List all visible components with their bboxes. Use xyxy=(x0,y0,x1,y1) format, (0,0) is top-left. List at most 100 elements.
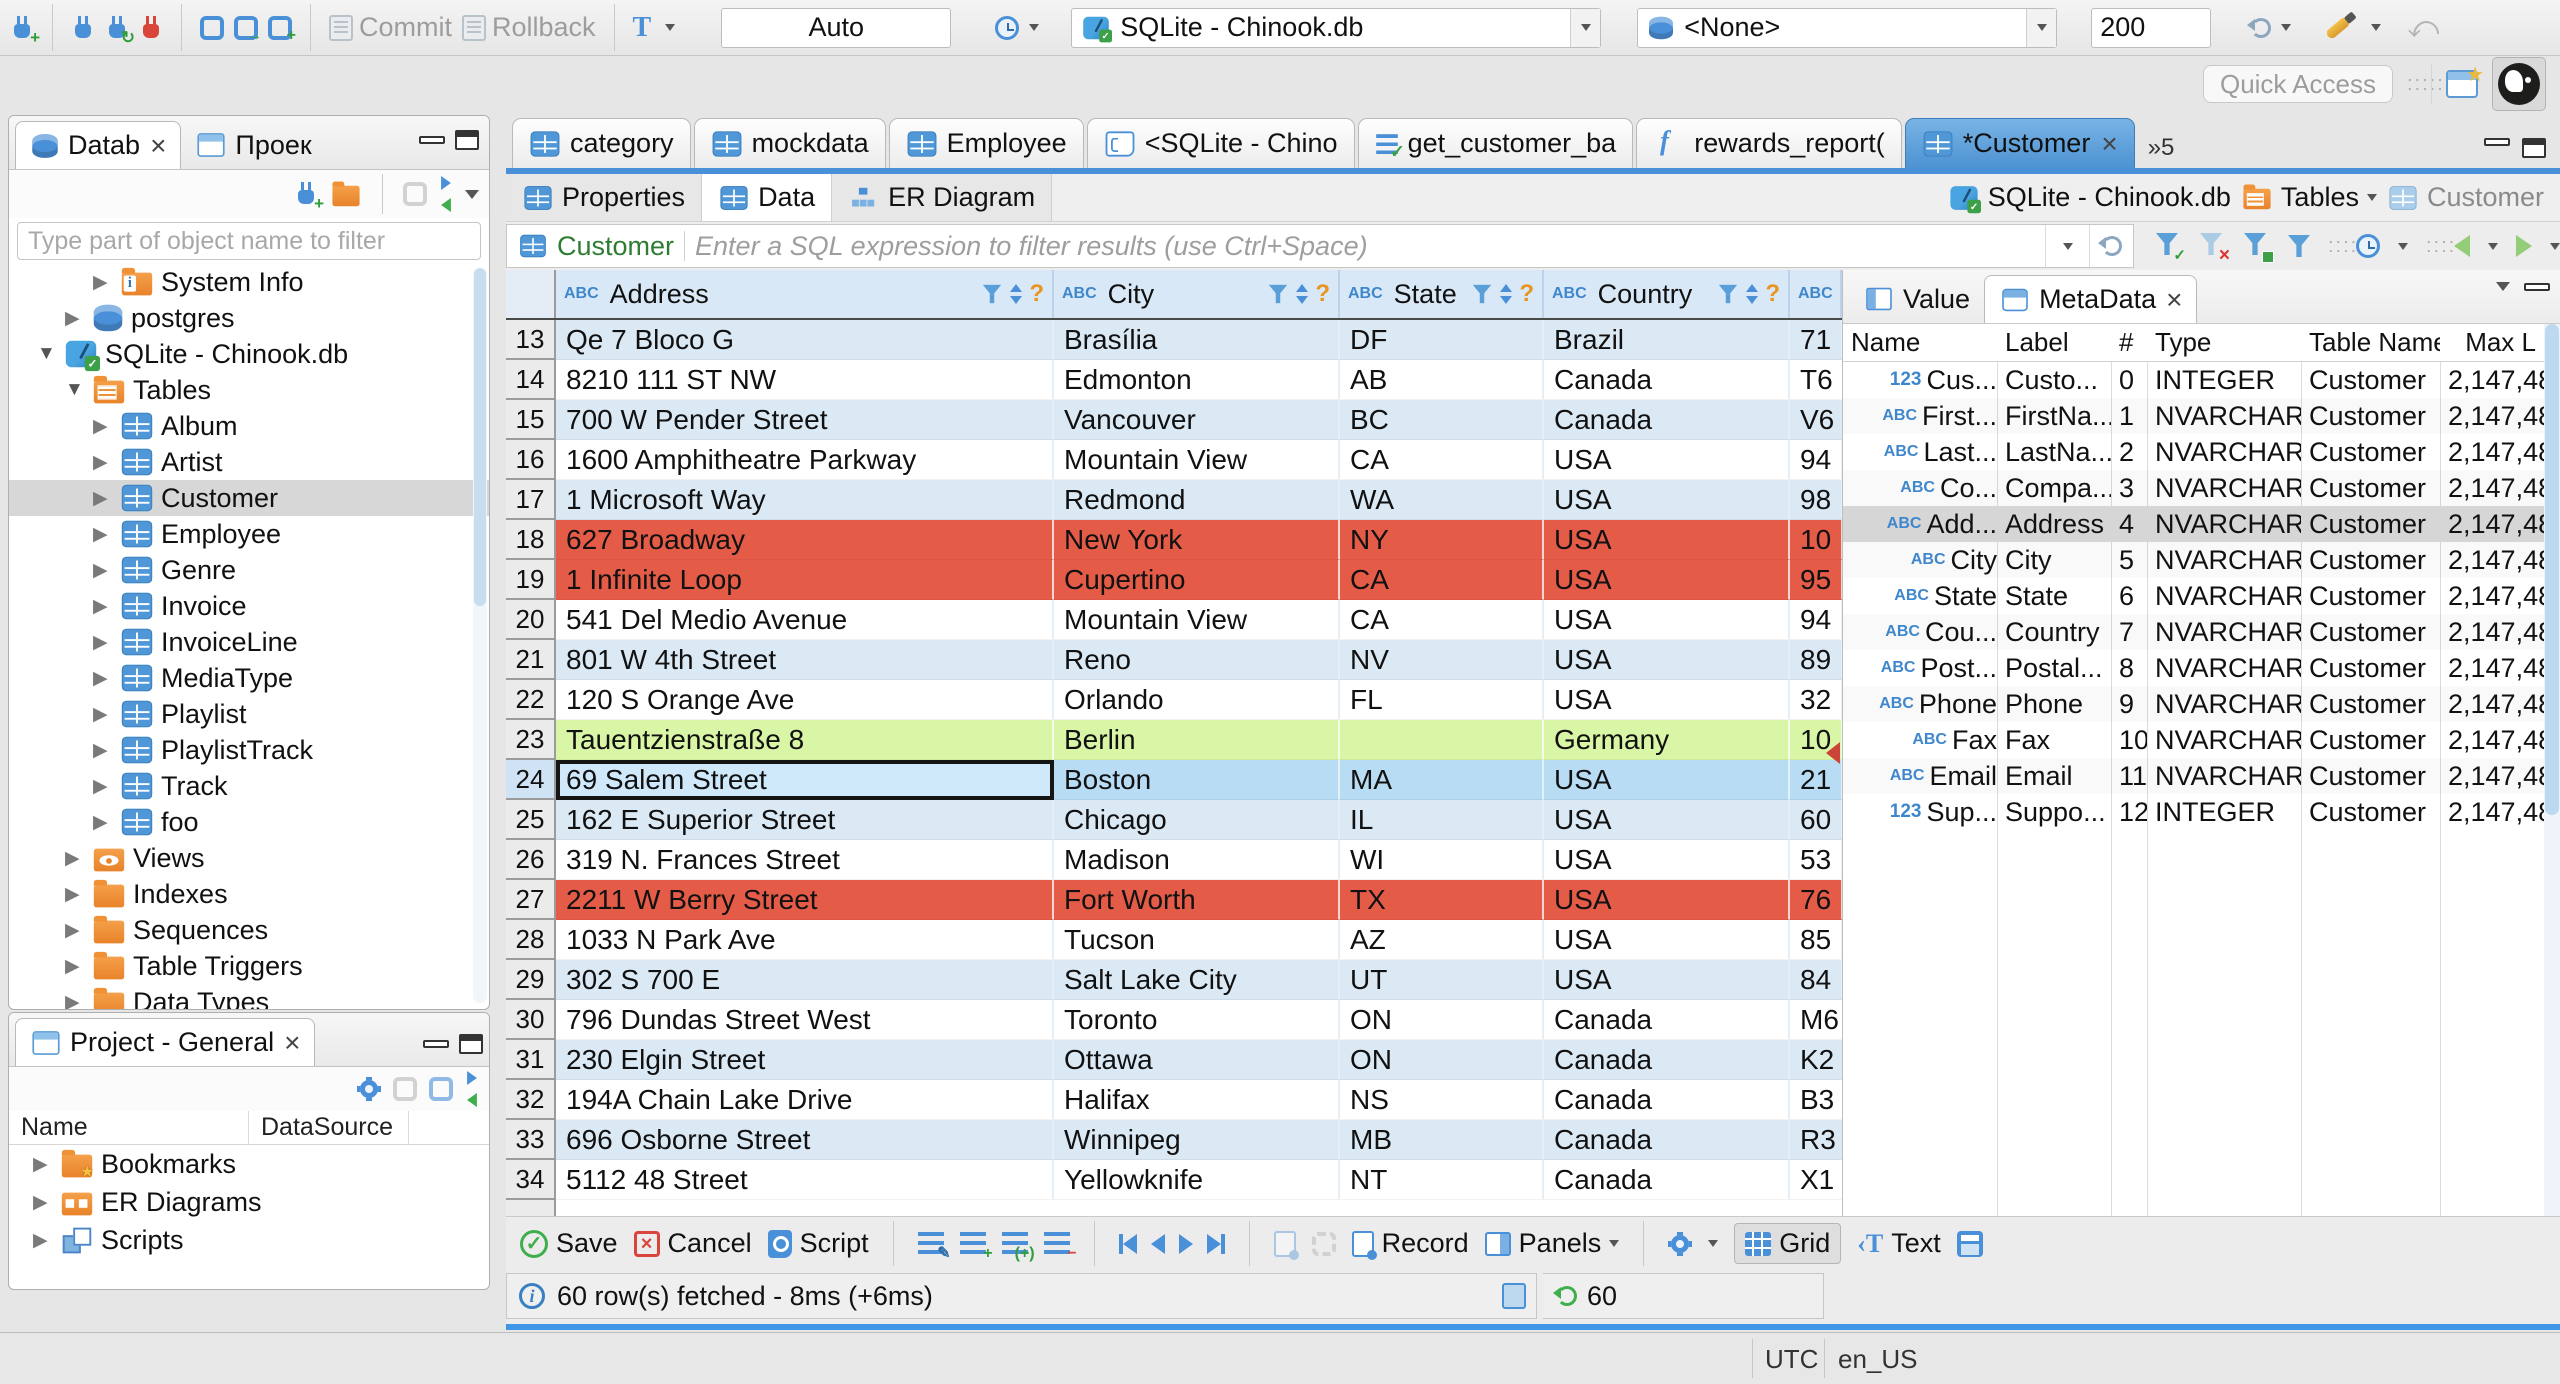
navigator-tab[interactable]: Datab xyxy=(15,121,182,169)
cell-address[interactable]: 2211 W Berry Street xyxy=(556,880,1054,920)
editor-tab[interactable]: category xyxy=(512,118,691,168)
column-header-datasource[interactable]: DataSource xyxy=(249,1111,409,1144)
close-icon[interactable] xyxy=(2166,284,2182,316)
metadata-row[interactable]: ABC Email Email 11 NVARCHAR Customer 2,1… xyxy=(1843,758,2560,794)
transaction-jump-icon[interactable]: → xyxy=(234,15,262,43)
tree-item[interactable]: PlaylistTrack xyxy=(9,732,489,768)
grid-corner-cell[interactable] xyxy=(506,270,556,318)
panels-button[interactable]: Panels xyxy=(1484,1228,1620,1259)
tree-item[interactable]: Tables xyxy=(9,372,489,408)
tree-item[interactable]: Employee xyxy=(9,516,489,552)
cell-city[interactable]: Madison xyxy=(1054,840,1340,880)
row-number[interactable]: 31 xyxy=(506,1040,556,1080)
apply-filter-icon[interactable] xyxy=(2156,233,2186,263)
cell-address[interactable]: 700 W Pender Street xyxy=(556,400,1054,440)
cell-state[interactable]: UT xyxy=(1340,960,1544,1000)
column-header[interactable]: ABC Country ? xyxy=(1544,270,1790,318)
cell-address[interactable]: Tauentzienstraße 8 xyxy=(556,720,1054,760)
minimize-icon[interactable] xyxy=(423,1040,449,1048)
cell-address[interactable]: 5112 48 Street xyxy=(556,1160,1054,1200)
cell-city[interactable]: Chicago xyxy=(1054,800,1340,840)
cell-address[interactable]: 69 Salem Street xyxy=(556,760,1054,800)
txn-log-filter-icon[interactable]: T xyxy=(633,13,656,42)
txn-mode-select[interactable]: Auto xyxy=(721,7,952,48)
refresh-icon[interactable] xyxy=(2089,225,2133,267)
cell-postalcode[interactable]: 95 xyxy=(1790,560,1842,600)
timezone-indicator[interactable]: UTC xyxy=(1765,1344,1818,1375)
cell-country[interactable]: Canada xyxy=(1544,1000,1790,1040)
last-row-icon[interactable] xyxy=(1206,1233,1225,1254)
maximize-icon[interactable] xyxy=(459,1034,483,1054)
cell-postalcode[interactable]: 85 xyxy=(1790,920,1842,960)
cell-postalcode[interactable]: K2 xyxy=(1790,1040,1842,1080)
project-tab[interactable]: Project - General xyxy=(15,1018,316,1066)
expand-arrow-icon[interactable] xyxy=(33,1229,53,1252)
cell-country[interactable]: USA xyxy=(1544,920,1790,960)
column-indicator-icon[interactable] xyxy=(1502,1283,1526,1309)
cancel-button[interactable]: × Cancel xyxy=(633,1228,752,1259)
cell-postalcode[interactable]: 84 xyxy=(1790,960,1842,1000)
row-number[interactable]: 29 xyxy=(506,960,556,1000)
cell-state[interactable]: NS xyxy=(1340,1080,1544,1120)
breadcrumb-item[interactable]: SQLite - Chinook.db xyxy=(1948,182,2231,213)
collapse-all-icon[interactable] xyxy=(403,182,427,206)
cell-city[interactable]: Brasília xyxy=(1054,320,1340,360)
save-button[interactable]: ✓ Save xyxy=(520,1228,618,1259)
table-row[interactable]: 34 5112 48 Street Yellowknife NT Canada … xyxy=(506,1160,1842,1200)
cell-city[interactable]: Fort Worth xyxy=(1054,880,1340,920)
expand-arrow-icon[interactable] xyxy=(93,523,113,546)
cell-address[interactable]: 696 Osborne Street xyxy=(556,1120,1054,1160)
cell-state[interactable]: ON xyxy=(1340,1040,1544,1080)
cell-country[interactable]: Canada xyxy=(1544,400,1790,440)
cell-state[interactable]: ON xyxy=(1340,1000,1544,1040)
minimize-icon[interactable] xyxy=(2484,138,2510,146)
auto-refresh-clock-icon[interactable] xyxy=(2356,234,2380,258)
tree-item[interactable]: Table Triggers xyxy=(9,948,489,984)
chevron-down-icon[interactable] xyxy=(2366,194,2377,201)
metadata-row[interactable]: ABC Co... Compa... 3 NVARCHAR Customer 2… xyxy=(1843,470,2560,506)
cell-state[interactable]: DF xyxy=(1340,320,1544,360)
connection-select[interactable]: SQLite - Chinook.db xyxy=(1071,7,1602,48)
table-row[interactable]: 32 194A Chain Lake Drive Halifax NS Cana… xyxy=(506,1080,1842,1120)
expand-arrow-icon[interactable] xyxy=(93,667,113,690)
cell-country[interactable]: Canada xyxy=(1544,1080,1790,1120)
project-tree-item[interactable]: Bookmarks xyxy=(9,1145,489,1183)
cell-address[interactable]: 627 Broadway xyxy=(556,520,1054,560)
expand-arrow-icon[interactable] xyxy=(93,487,113,510)
table-row[interactable]: 19 1 Infinite Loop Cupertino CA USA 95 xyxy=(506,560,1842,600)
cell-address[interactable]: 162 E Superior Street xyxy=(556,800,1054,840)
expand-arrow-icon[interactable] xyxy=(93,739,113,762)
cell-postalcode[interactable]: 89 xyxy=(1790,640,1842,680)
cell-country[interactable]: Germany xyxy=(1544,720,1790,760)
row-number[interactable]: 21 xyxy=(506,640,556,680)
quick-access-input[interactable]: Quick Access xyxy=(2203,65,2393,103)
expand-arrow-icon[interactable] xyxy=(65,955,85,978)
expand-arrow-icon[interactable] xyxy=(33,1153,53,1176)
txn-history-icon[interactable] xyxy=(995,15,1020,40)
editor-tab[interactable]: rewards_report( xyxy=(1636,118,1902,168)
cell-city[interactable]: Halifax xyxy=(1054,1080,1340,1120)
row-number[interactable]: 33 xyxy=(506,1120,556,1160)
cell-country[interactable]: USA xyxy=(1544,960,1790,1000)
metadata-row[interactable]: ABC Cou... Country 7 NVARCHAR Customer 2… xyxy=(1843,614,2560,650)
filter-icon[interactable] xyxy=(1268,284,1288,304)
row-number[interactable]: 25 xyxy=(506,800,556,840)
calc-panel-icon[interactable] xyxy=(1956,1230,1983,1257)
cell-postalcode[interactable]: M6 xyxy=(1790,1000,1842,1040)
cell-address[interactable]: 1033 N Park Ave xyxy=(556,920,1054,960)
cell-state[interactable]: WA xyxy=(1340,480,1544,520)
row-number[interactable]: 17 xyxy=(506,480,556,520)
cell-postalcode[interactable]: 71 xyxy=(1790,320,1842,360)
cell-state[interactable] xyxy=(1340,720,1544,760)
cell-city[interactable]: New York xyxy=(1054,520,1340,560)
result-subtab[interactable]: ER Diagram xyxy=(832,174,1053,221)
tree-item[interactable]: Sequences xyxy=(9,912,489,948)
cell-state[interactable]: MA xyxy=(1340,760,1544,800)
cell-state[interactable]: BC xyxy=(1340,400,1544,440)
column-header[interactable]: ABC City ? xyxy=(1054,270,1340,318)
table-row[interactable]: 30 796 Dundas Street West Toronto ON Can… xyxy=(506,1000,1842,1040)
sort-icon[interactable] xyxy=(1745,283,1759,305)
table-row[interactable]: 17 1 Microsoft Way Redmond WA USA 98 xyxy=(506,480,1842,520)
metadata-row[interactable]: 123 Sup... Suppo... 12 INTEGER Customer … xyxy=(1843,794,2560,830)
table-row[interactable]: 29 302 S 700 E Salt Lake City UT USA 84 xyxy=(506,960,1842,1000)
